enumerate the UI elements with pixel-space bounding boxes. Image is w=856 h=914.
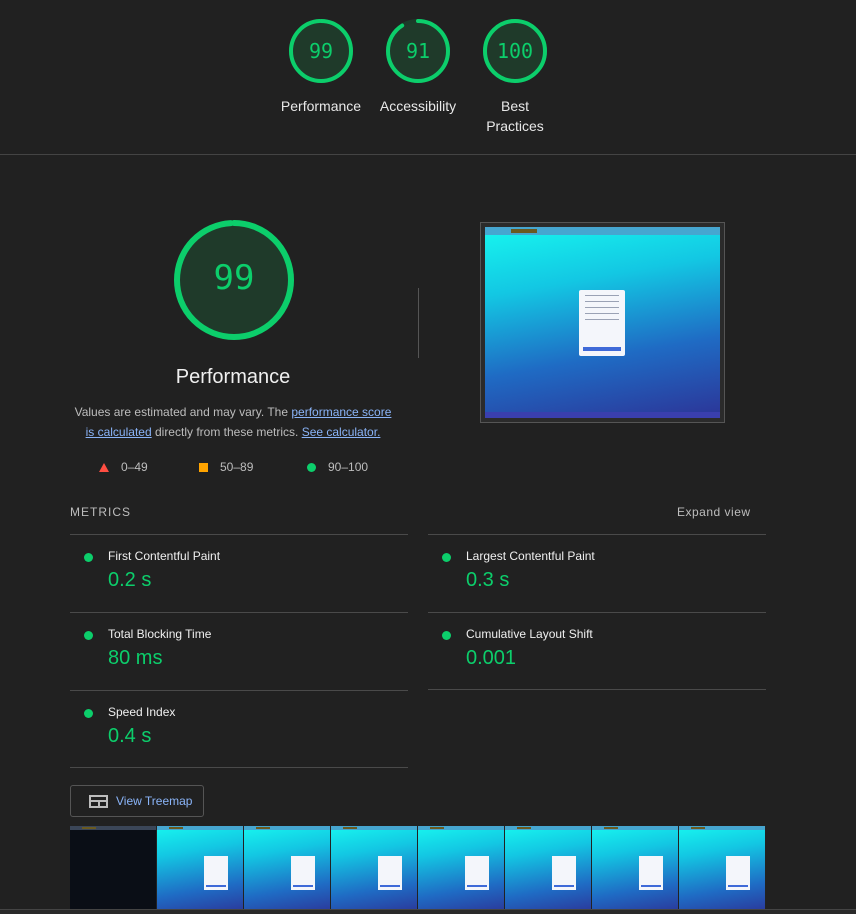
metric-tbt: Total Blocking Time 80 ms [70, 612, 408, 690]
pass-circle-icon [442, 553, 451, 562]
divider [428, 689, 766, 690]
description-text: Values are estimated and may vary. The [74, 405, 292, 419]
expand-view-toggle[interactable]: Expand view [677, 505, 751, 519]
divider [70, 767, 408, 768]
gauge-best-practices[interactable]: 100 Best Practices [465, 18, 565, 136]
legend-fail: 0–49 [99, 460, 148, 474]
gauge-score: 91 [405, 39, 431, 63]
treemap-icon [89, 794, 108, 808]
circle-icon [307, 462, 316, 472]
divider [418, 288, 419, 358]
legend-pass: 90–100 [307, 460, 368, 474]
screenshot-form-card [579, 290, 625, 356]
view-treemap-label: View Treemap [116, 794, 193, 808]
gauge-label: Best Practices [486, 98, 544, 134]
pass-circle-icon [84, 553, 93, 562]
description-text: directly from these metrics. [151, 425, 302, 439]
legend-label: 50–89 [220, 460, 254, 474]
metric-name: Speed Index [108, 705, 176, 719]
screenshot-image [485, 227, 720, 418]
metric-si: Speed Index 0.4 s [70, 690, 408, 768]
performance-description: Values are estimated and may vary. The p… [70, 402, 396, 442]
metrics-heading: METRICS [70, 505, 131, 519]
filmstrip-frame [70, 826, 157, 914]
filmstrip [70, 826, 766, 914]
metric-value: 0.4 s [108, 725, 152, 747]
pass-circle-icon [442, 631, 451, 640]
score-summary: 99 Performance 91 Accessibility 100 Best… [0, 0, 856, 155]
metric-name: Largest Contentful Paint [466, 549, 595, 563]
metric-value: 80 ms [108, 647, 163, 669]
site-logo [511, 229, 537, 233]
see-calculator-link[interactable]: See calculator. [302, 425, 381, 439]
gauge-performance[interactable]: 99 Performance [271, 18, 371, 116]
filmstrip-frame [331, 826, 418, 914]
metric-name: Total Blocking Time [108, 627, 212, 641]
metric-name: Cumulative Layout Shift [466, 627, 593, 641]
filmstrip-frame [157, 826, 244, 914]
legend-label: 90–100 [328, 460, 369, 474]
triangle-icon [99, 462, 109, 472]
filmstrip-frame [679, 826, 766, 914]
filmstrip-frame [505, 826, 592, 914]
view-treemap-button[interactable]: View Treemap [70, 785, 204, 817]
metric-lcp: Largest Contentful Paint 0.3 s [428, 534, 766, 612]
metric-cls: Cumulative Layout Shift 0.001 [428, 612, 766, 690]
metric-value: 0.001 [466, 647, 517, 669]
metric-name: First Contentful Paint [108, 549, 221, 563]
legend-label: 0–49 [121, 460, 148, 474]
gauge-score: 100 [496, 39, 534, 63]
performance-score: 99 [213, 258, 255, 298]
filmstrip-frame [244, 826, 331, 914]
gauge-accessibility[interactable]: 91 Accessibility [368, 18, 468, 116]
pass-circle-icon [84, 709, 93, 718]
legend-average: 50–89 [199, 460, 253, 474]
metric-value: 0.3 s [466, 569, 510, 591]
square-icon [199, 462, 208, 472]
performance-title: Performance [175, 366, 291, 388]
filmstrip-frame [592, 826, 679, 914]
metric-value: 0.2 s [108, 569, 152, 591]
filmstrip-frame [418, 826, 505, 914]
performance-gauge: 99 [172, 218, 296, 342]
metric-fcp: First Contentful Paint 0.2 s [70, 534, 408, 612]
divider [0, 909, 856, 914]
pass-circle-icon [84, 631, 93, 640]
gauge-label: Accessibility [379, 98, 457, 114]
gauge-label: Performance [280, 98, 362, 114]
gauge-score: 99 [308, 39, 334, 63]
final-screenshot[interactable] [480, 222, 725, 423]
